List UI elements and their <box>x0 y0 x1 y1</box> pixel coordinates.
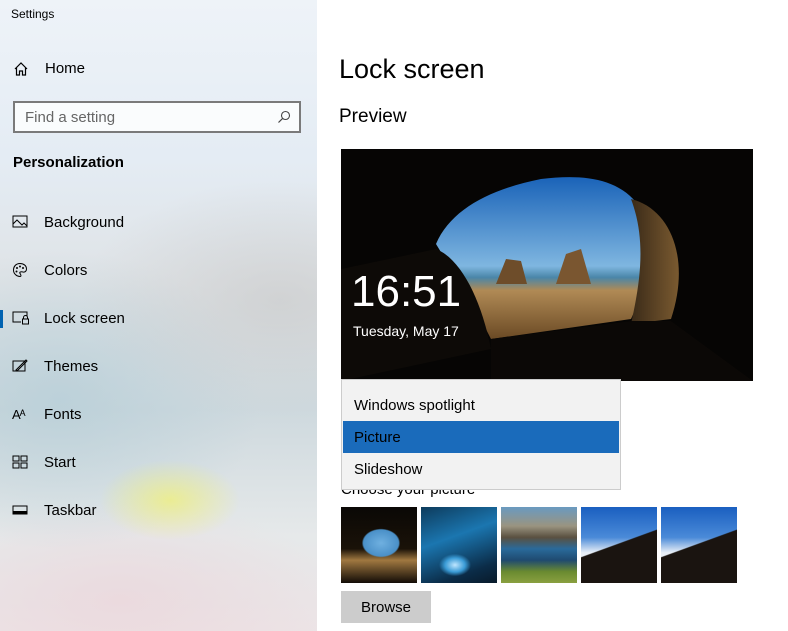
lock-screen-preview: 16:51 Tuesday, May 17 <box>341 149 753 381</box>
fonts-icon: Aᴬ <box>12 406 26 422</box>
option-windows-spotlight[interactable]: Windows spotlight <box>343 389 619 421</box>
start-icon <box>12 455 28 469</box>
nav-home[interactable]: Home <box>13 60 85 77</box>
thumbnail-cliff-clouds-2[interactable] <box>661 507 737 583</box>
thumbnail-ice-cave[interactable] <box>421 507 497 583</box>
taskbar-icon <box>12 505 28 515</box>
sidebar: Settings Home Personalization Background… <box>0 0 317 631</box>
section-heading: Personalization <box>13 154 124 171</box>
option-picture[interactable]: Picture <box>343 421 619 453</box>
page-title: Lock screen <box>339 54 485 84</box>
thumbnail-cliff-clouds[interactable] <box>581 507 657 583</box>
sidebar-item-label: Taskbar <box>44 501 97 519</box>
main-content: Lock screen Preview 16:51 Tuesday, May 1… <box>317 0 788 631</box>
thumbnail-cave-beach[interactable] <box>341 507 417 583</box>
preview-date: Tuesday, May 17 <box>353 323 459 339</box>
sidebar-item-start[interactable]: Start <box>0 442 317 482</box>
sidebar-item-lock-screen[interactable]: Lock screen <box>0 298 317 338</box>
preview-time: 16:51 <box>351 267 462 316</box>
picture-thumbnails <box>341 507 737 583</box>
browse-button[interactable]: Browse <box>341 591 431 623</box>
sidebar-item-background[interactable]: Background <box>0 202 317 242</box>
palette-icon <box>12 262 28 278</box>
preview-image <box>341 149 753 381</box>
lock-screen-icon <box>12 311 29 325</box>
sidebar-item-taskbar[interactable]: Taskbar <box>0 490 317 530</box>
search-icon[interactable] <box>277 110 291 124</box>
sidebar-item-fonts[interactable]: Aᴬ Fonts <box>0 394 317 434</box>
themes-icon <box>12 359 28 372</box>
sidebar-item-label: Fonts <box>44 405 82 423</box>
sidebar-item-colors[interactable]: Colors <box>0 250 317 290</box>
home-label: Home <box>45 60 86 77</box>
option-slideshow[interactable]: Slideshow <box>343 453 619 485</box>
search-input[interactable] <box>25 108 277 126</box>
picture-icon <box>12 215 28 228</box>
sidebar-item-label: Colors <box>44 261 88 279</box>
home-icon <box>14 61 28 76</box>
sidebar-item-themes[interactable]: Themes <box>0 346 317 386</box>
app-title: Settings <box>11 7 55 21</box>
sidebar-item-label: Start <box>44 453 76 471</box>
sidebar-item-label: Background <box>44 213 125 231</box>
sidebar-item-label: Themes <box>44 357 99 375</box>
search-box[interactable] <box>13 101 301 133</box>
thumbnail-lake-mountains[interactable] <box>501 507 577 583</box>
preview-heading: Preview <box>339 106 407 127</box>
background-dropdown-list[interactable]: Windows spotlight Picture Slideshow <box>341 379 621 490</box>
sidebar-item-label: Lock screen <box>44 309 125 327</box>
